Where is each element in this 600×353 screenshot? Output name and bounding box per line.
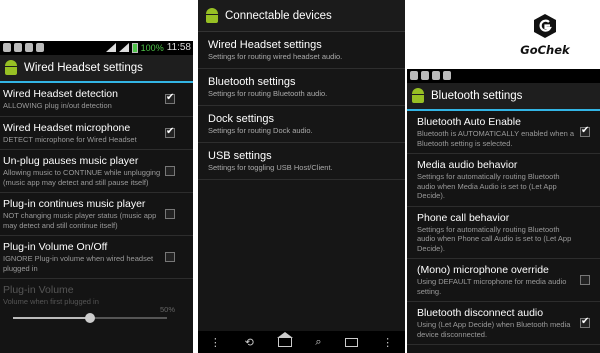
pref-summary: NOT changing music player status (music …: [3, 211, 157, 230]
download-icon: [443, 71, 451, 80]
pref-item[interactable]: Media audio behavior Settings for automat…: [407, 154, 600, 207]
wifi-icon: [105, 43, 116, 52]
pref-summary: Settings for automatically routing Bluet…: [417, 224, 572, 253]
page-title: Wired Headset settings: [24, 62, 143, 74]
pref-item[interactable]: Bluetooth disconnect audio Using (Let App…: [407, 302, 600, 345]
action-bar: Connectable devices: [198, 0, 405, 32]
recent-apps-icon[interactable]: [345, 337, 359, 347]
pref-item[interactable]: (Mono) microphone override Using DEFAULT …: [407, 259, 600, 302]
page-title: Bluetooth settings: [431, 90, 523, 102]
checkbox[interactable]: [165, 92, 175, 105]
pref-title: Wired Headset detection: [3, 88, 118, 100]
pref-summary: Using (Let App Decide) when Bluetooth me…: [417, 320, 571, 339]
pref-title: Wired Headset microphone: [3, 121, 131, 134]
device-title: USB settings: [208, 150, 272, 162]
pref-item[interactable]: Plug-in Volume On/Off IGNORE Plug-in volu…: [0, 236, 193, 279]
slider-thumb[interactable]: [85, 312, 95, 323]
android-app-icon[interactable]: [3, 60, 19, 76]
device-summary: Settings for routing Dock audio.: [208, 126, 313, 135]
android-icon: [421, 71, 429, 80]
clock: 11:58: [166, 42, 191, 53]
pref-title: Phone call behavior: [417, 211, 510, 224]
checkbox[interactable]: [165, 166, 175, 176]
checkbox[interactable]: [580, 316, 590, 328]
slider-fill: [13, 316, 90, 319]
pref-title: Media audio behavior: [417, 159, 518, 171]
checkbox[interactable]: [580, 275, 590, 285]
bluetooth-settings-screen: Bluetooth settings Bluetooth Auto Enable…: [407, 69, 600, 353]
pref-summary: Allowing music to CONTINUE while unplugg…: [3, 168, 161, 187]
pref-summary: Bluetooth is AUTOMATICALLY enabled when …: [417, 129, 575, 148]
pref-item[interactable]: Bluetooth Auto Enable Bluetooth is AUTOMA…: [407, 111, 600, 154]
usb-icon: [25, 43, 33, 52]
pref-title: Plug-in Volume: [3, 284, 74, 296]
device-item[interactable]: Bluetooth settings Settings for routing B…: [198, 69, 405, 106]
usb-icon: [432, 71, 440, 80]
checkbox[interactable]: [165, 252, 175, 262]
status-bar: 100% 11:58: [0, 41, 193, 55]
search-icon[interactable]: ⌕: [315, 335, 321, 349]
pref-title: (Mono) microphone override: [417, 264, 549, 276]
plugin-volume-pref[interactable]: Plug-in Volume Volume when first plugged…: [0, 279, 193, 328]
notification-icon: [410, 71, 418, 80]
pref-summary: IGNORE Plug-in volume when wired headset…: [3, 254, 154, 273]
wired-headset-screen: 100% 11:58 Wired Headset settings Wired …: [0, 41, 193, 353]
pref-item[interactable]: Wired Headset microphone DETECT microphon…: [0, 117, 193, 150]
battery-percent: 100%: [140, 42, 164, 53]
gochek-logo: GoChek: [510, 14, 580, 57]
pref-item[interactable]: Un-plug pauses music player Allowing musi…: [0, 150, 193, 193]
pref-summary: DETECT microphone for Wired Headset: [3, 134, 137, 144]
pref-item[interactable]: Phone call behavior Settings for automati…: [407, 207, 600, 259]
device-summary: Settings for toggling USB Host/Client.: [208, 163, 333, 172]
device-title: Bluetooth settings: [208, 76, 296, 88]
checkbox[interactable]: [165, 209, 175, 219]
pref-title: Un-plug pauses music player: [3, 155, 139, 167]
pref-title: Plug-in continues music player: [3, 198, 146, 210]
menu-dots-icon[interactable]: ⋮: [382, 336, 393, 349]
android-app-icon[interactable]: [204, 7, 220, 24]
device-summary: Settings for routing Bluetooth audio.: [208, 89, 328, 98]
volume-slider[interactable]: [13, 312, 167, 323]
logo-text: GoChek: [520, 43, 570, 57]
connectable-devices-screen: Connectable devices Wired Headset settin…: [198, 0, 405, 353]
checkbox[interactable]: [165, 126, 175, 138]
action-bar: Wired Headset settings: [0, 55, 193, 83]
back-icon[interactable]: ⟲: [245, 336, 254, 349]
device-summary: Settings for routing wired headset audio…: [208, 52, 343, 61]
device-title: Dock settings: [208, 113, 275, 125]
android-app-icon[interactable]: [410, 88, 426, 104]
download-icon: [36, 43, 44, 52]
pref-summary: Settings for automatically routing Bluet…: [417, 172, 560, 200]
pref-title: Bluetooth Auto Enable: [417, 116, 521, 128]
pref-summary: Volume when first plugged in: [3, 297, 99, 306]
android-icon: [14, 43, 22, 52]
pref-title: Plug-in Volume On/Off: [3, 241, 108, 253]
navigation-bar: ⋮ ⟲ ⌕ ⋮: [198, 331, 405, 353]
battery-icon: [131, 42, 138, 53]
device-item[interactable]: USB settings Settings for toggling USB Ho…: [198, 143, 405, 180]
page-title: Connectable devices: [225, 9, 332, 22]
checkbox[interactable]: [580, 125, 590, 137]
home-icon[interactable]: [276, 331, 293, 347]
device-title: Wired Headset settings: [208, 39, 322, 51]
device-item[interactable]: Wired Headset settings Settings for routi…: [198, 32, 405, 69]
pref-item[interactable]: Wired Headset detection ALLOWING plug in/…: [0, 83, 193, 117]
pref-summary: ALLOWING plug in/out detection: [3, 101, 112, 110]
signal-icon: [118, 43, 129, 52]
status-bar: [407, 69, 600, 83]
device-item[interactable]: Dock settings Settings for routing Dock a…: [198, 106, 405, 143]
pref-title: Bluetooth disconnect audio: [417, 307, 544, 319]
notification-icon: [3, 43, 11, 52]
action-bar: Bluetooth settings: [407, 83, 600, 111]
hex-g-icon: [534, 14, 556, 38]
menu-dots-icon[interactable]: ⋮: [210, 336, 221, 349]
pref-item[interactable]: Plug-in continues music player NOT changi…: [0, 193, 193, 236]
pref-summary: Using DEFAULT microphone for media audio…: [417, 277, 567, 296]
